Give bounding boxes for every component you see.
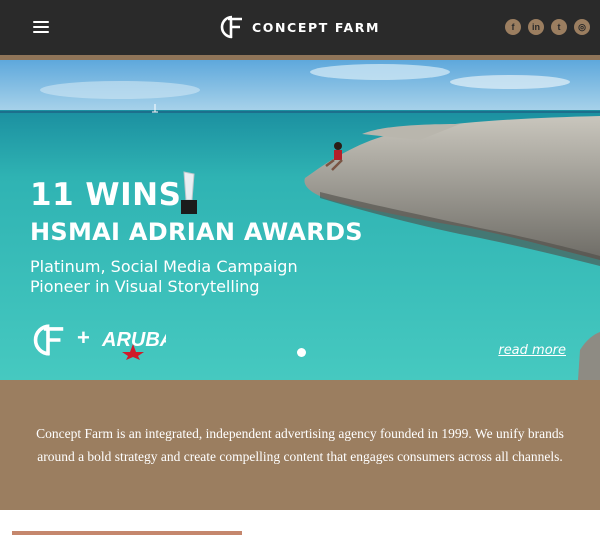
site-header: CONCEPT FARM f in t ◎	[0, 0, 600, 55]
brand-name: CONCEPT FARM	[252, 19, 381, 35]
linkedin-icon[interactable]: in	[528, 19, 544, 35]
intro-section: Concept Farm is an integrated, independe…	[0, 380, 600, 510]
facebook-icon[interactable]: f	[505, 19, 521, 35]
content-preview-strip	[12, 531, 242, 535]
hero-subheadline: HSMAI ADRIAN AWARDS	[30, 218, 363, 246]
plus-sign: +	[77, 325, 90, 350]
instagram-icon[interactable]: ◎	[574, 19, 590, 35]
hero-line-1: Platinum, Social Media Campaign	[30, 257, 298, 276]
hamburger-menu-icon[interactable]	[33, 21, 49, 34]
brand[interactable]: CONCEPT FARM	[218, 13, 380, 41]
concept-farm-logo-icon	[33, 324, 64, 356]
concept-farm-logo-icon	[220, 15, 242, 39]
hero-slider: 11 WINS HSMAI ADRIAN AWARDS Platinum, So…	[0, 60, 600, 380]
hero-headline: 11 WINS	[30, 177, 182, 213]
hero-line-2: Pioneer in Visual Storytelling	[30, 277, 260, 296]
slider-dot[interactable]	[297, 348, 306, 357]
aruba-logo-icon: ARUBA	[101, 329, 166, 360]
intro-text: Concept Farm is an integrated, independe…	[36, 426, 564, 464]
social-links: f in t ◎	[505, 19, 590, 35]
read-more-link[interactable]: read more	[498, 343, 566, 358]
twitter-icon[interactable]: t	[551, 19, 567, 35]
